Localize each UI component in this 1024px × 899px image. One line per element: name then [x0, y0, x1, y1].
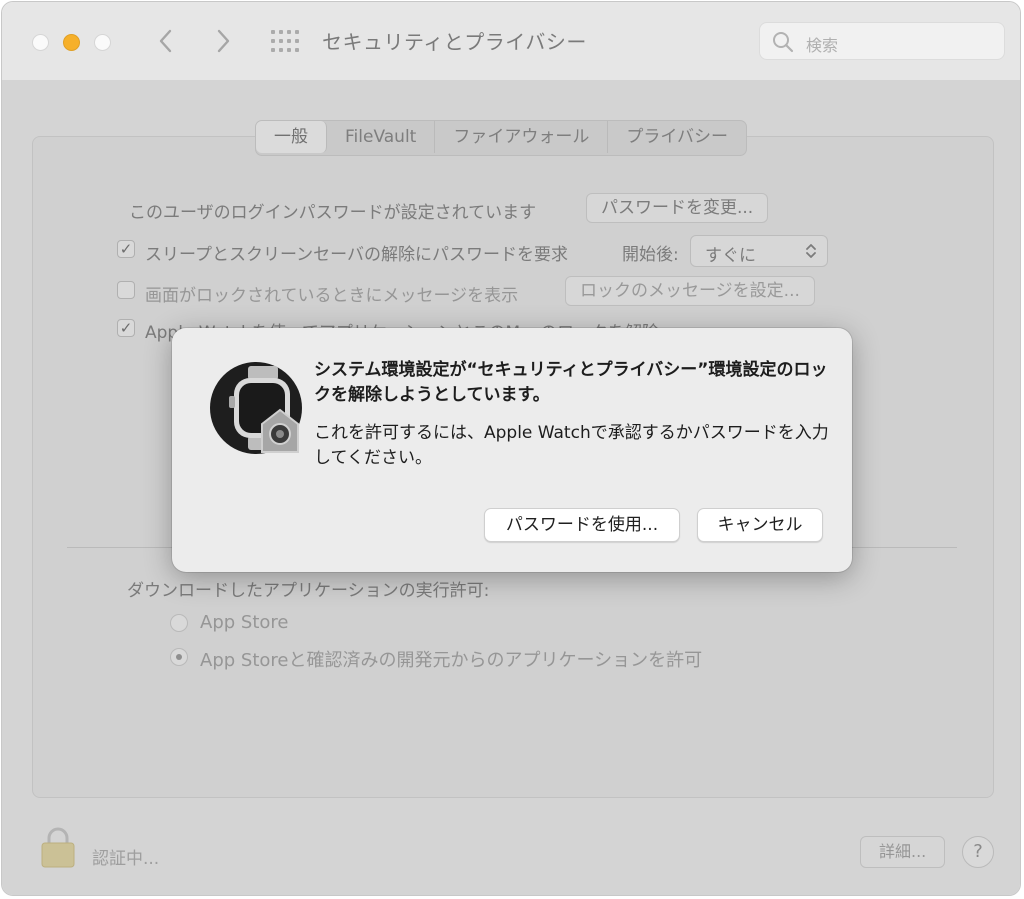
zoom-window-button[interactable] — [94, 34, 111, 51]
title-bar: セキュリティとプライバシー 検索 — [2, 2, 1020, 81]
show-all-button[interactable] — [270, 29, 300, 53]
chevron-right-icon — [217, 29, 230, 53]
apple-watch-lock-icon — [210, 362, 302, 454]
cancel-button[interactable]: キャンセル — [697, 508, 823, 542]
search-placeholder: 検索 — [806, 36, 839, 55]
window-title: セキュリティとプライバシー — [322, 30, 587, 54]
use-password-button[interactable]: パスワードを使用... — [484, 508, 680, 542]
unlock-dialog: システム環境設定が“セキュリティとプライバシー”環境設定のロックを解除しようとし… — [172, 328, 852, 572]
minimize-window-button[interactable] — [63, 34, 80, 51]
back-button[interactable] — [152, 26, 180, 56]
forward-button[interactable] — [209, 26, 237, 56]
search-field[interactable]: 検索 — [759, 22, 1005, 60]
dialog-message: これを許可するには、Apple Watchで承認するかパスワードを入力してくださ… — [314, 423, 829, 468]
search-icon — [773, 32, 794, 53]
grid-icon — [271, 30, 299, 52]
chevron-left-icon — [159, 29, 172, 53]
dialog-title: システム環境設定が“セキュリティとプライバシー”環境設定のロックを解除しようとし… — [314, 360, 828, 405]
close-window-button[interactable] — [32, 34, 49, 51]
